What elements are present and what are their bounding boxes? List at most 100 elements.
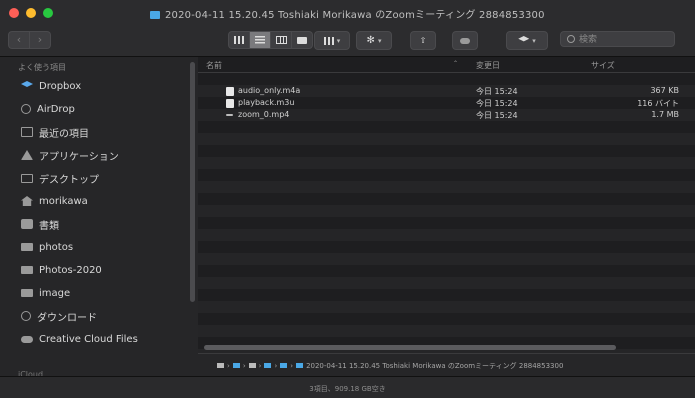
cloud-icon	[21, 335, 33, 343]
path-breadcrumb[interactable]: › › › › › 2020-04-11 15.20.45 Toshiaki Morika…	[214, 361, 563, 371]
sort-indicator-icon: ⌃	[453, 60, 459, 67]
window-title-text: 2020-04-11 15.20.45 Toshiaki Morikawa のZ…	[165, 10, 545, 21]
sidebar-item-dropbox[interactable]: Dropbox	[21, 78, 81, 94]
sidebar-item-creative-cloud[interactable]: Creative Cloud Files	[21, 331, 138, 347]
grid-icon	[234, 36, 244, 44]
forward-button[interactable]: ›	[30, 31, 51, 49]
sidebar-item-label: デスクトップ	[39, 174, 99, 186]
sidebar-item-label: 書類	[39, 220, 59, 232]
view-mode-control	[228, 31, 313, 49]
dropbox-icon	[21, 81, 33, 87]
dropbox-button[interactable]: ▾	[506, 31, 548, 50]
column-header-size[interactable]: サイズ	[591, 60, 615, 71]
tag-icon	[460, 37, 470, 44]
desktop-icon	[21, 173, 33, 183]
navigation-buttons: ‹ ›	[8, 31, 51, 49]
file-rows: audio_only.m4a 今日 15:24 367 KB playback.…	[198, 73, 695, 353]
sidebar-item-home[interactable]: morikawa	[21, 193, 88, 209]
file-size: 367 KB	[650, 86, 679, 95]
sidebar-item-label: AirDrop	[37, 103, 75, 115]
file-row[interactable]: zoom_0.mp4 今日 15:24 1.7 MB	[198, 109, 695, 121]
list-view-button[interactable]	[250, 31, 271, 49]
home-icon	[21, 196, 33, 206]
file-row[interactable]: playback.m3u 今日 15:24 116 バイト	[198, 97, 695, 109]
status-bar: 3項目、909.18 GB空き	[0, 376, 695, 398]
sidebar-item-label: Creative Cloud Files	[39, 333, 138, 345]
share-button[interactable]: ⇧	[410, 31, 436, 50]
column-header-name[interactable]: 名前	[206, 60, 222, 71]
path-bar: › › › › › 2020-04-11 15.20.45 Toshiaki Morika…	[198, 353, 695, 376]
tags-button[interactable]	[452, 31, 478, 50]
sidebar-scrollbar[interactable]	[190, 62, 195, 302]
column-view-button[interactable]	[271, 31, 292, 49]
minimize-button[interactable]	[26, 8, 36, 18]
sidebar-item-downloads[interactable]: ダウンロード	[21, 308, 97, 324]
applications-icon	[21, 150, 33, 160]
group-icon	[323, 36, 334, 45]
share-icon: ⇧	[419, 36, 427, 45]
columns-icon	[275, 36, 287, 44]
file-name: zoom_0.mp4	[238, 110, 290, 119]
file-size: 116 バイト	[637, 99, 679, 108]
window-controls	[9, 8, 53, 18]
search-icon	[567, 35, 575, 43]
file-row[interactable]: audio_only.m4a 今日 15:24 367 KB	[198, 85, 695, 97]
home-icon	[248, 363, 256, 368]
sidebar-item-label: 最近の項目	[39, 128, 89, 140]
chevron-left-icon: ‹	[16, 33, 22, 46]
video-file-icon	[226, 114, 233, 116]
sidebar-item-documents[interactable]: 書類	[21, 216, 59, 232]
file-date: 今日 15:24	[476, 87, 518, 96]
column-header-date[interactable]: 変更日	[476, 60, 500, 71]
gallery-icon	[297, 36, 307, 44]
sidebar-item-label: image	[39, 287, 71, 299]
sidebar-item-recents[interactable]: 最近の項目	[21, 124, 89, 140]
file-date: 今日 15:24	[476, 99, 518, 108]
sidebar-item-label: アプリケーション	[39, 151, 119, 163]
folder-icon	[21, 266, 33, 274]
status-text: 3項目、909.18 GB空き	[309, 385, 386, 393]
back-button[interactable]: ‹	[8, 31, 30, 49]
sidebar: よく使う項目 Dropbox AirDrop 最近の項目 アプリケーション デス…	[0, 57, 198, 398]
column-header: 名前 ⌃ 変更日 サイズ	[198, 57, 695, 73]
file-name: audio_only.m4a	[238, 86, 301, 95]
sidebar-item-desktop[interactable]: デスクトップ	[21, 170, 99, 186]
folder-icon	[280, 363, 288, 368]
search-field[interactable]: 検索	[560, 31, 675, 47]
sidebar-item-photos[interactable]: photos	[21, 239, 73, 255]
folder-icon	[232, 363, 240, 368]
chevron-right-icon: ›	[37, 33, 43, 46]
zoom-button[interactable]	[43, 8, 53, 18]
sidebar-item-label: ダウンロード	[37, 312, 97, 324]
action-button[interactable]: ✻ ▾	[356, 31, 392, 50]
chevron-down-icon: ▾	[377, 36, 382, 45]
path-current-folder: 2020-04-11 15.20.45 Toshiaki Morikawa のZ…	[306, 362, 564, 370]
chevron-down-icon: ▾	[336, 36, 341, 45]
downloads-icon	[21, 311, 31, 321]
folder-icon	[264, 363, 272, 368]
audio-file-icon	[226, 87, 234, 96]
close-button[interactable]	[9, 8, 19, 18]
file-date: 今日 15:24	[476, 111, 518, 120]
horizontal-scrollbar[interactable]	[204, 345, 616, 350]
finder-window: 2020-04-11 15.20.45 Toshiaki Morikawa のZ…	[0, 0, 695, 398]
gear-icon: ✻	[366, 35, 375, 46]
folder-icon	[21, 289, 33, 297]
folder-icon	[21, 243, 33, 251]
recent-icon	[21, 127, 33, 137]
sidebar-item-label: Photos-2020	[39, 264, 102, 276]
icon-view-button[interactable]	[228, 31, 250, 49]
sidebar-item-applications[interactable]: アプリケーション	[21, 147, 119, 163]
sidebar-item-airdrop[interactable]: AirDrop	[21, 101, 75, 117]
search-placeholder: 検索	[579, 35, 598, 45]
sidebar-item-image[interactable]: image	[21, 285, 70, 301]
file-size: 1.7 MB	[651, 110, 679, 119]
chevron-down-icon: ▾	[532, 36, 536, 45]
dropbox-icon	[518, 36, 530, 42]
sidebar-item-label: Dropbox	[39, 80, 82, 92]
gallery-view-button[interactable]	[292, 31, 313, 49]
sidebar-item-label: photos	[39, 241, 74, 253]
sidebar-item-photos-2020[interactable]: Photos-2020	[21, 262, 102, 278]
sidebar-section-label: よく使う項目	[18, 63, 66, 72]
group-button[interactable]: ▾	[314, 31, 350, 50]
